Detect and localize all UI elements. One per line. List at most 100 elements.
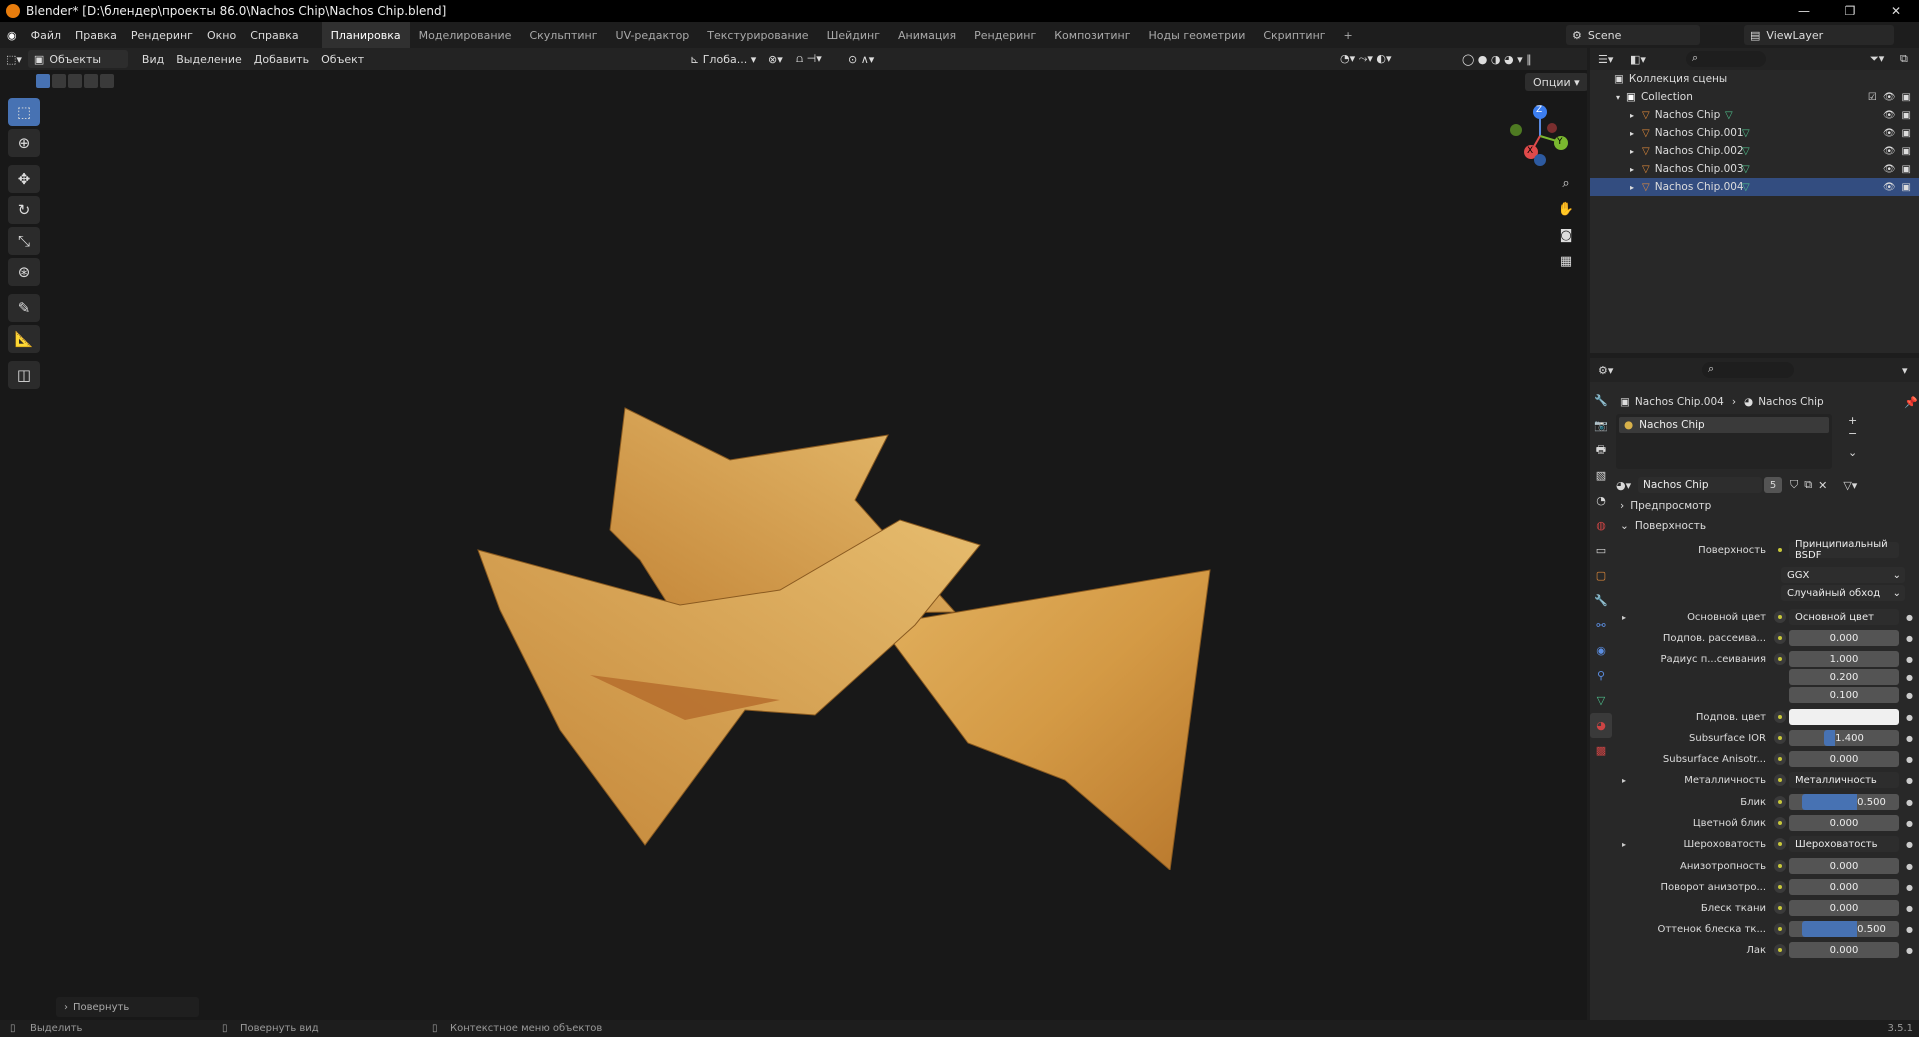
shader-input-field[interactable]: Металличность xyxy=(1789,772,1899,788)
expand-arrow-icon[interactable]: ▸ xyxy=(1630,129,1634,138)
expand-arrow-icon[interactable]: ▸ xyxy=(1630,165,1634,174)
socket-icon[interactable] xyxy=(1774,544,1786,556)
eye-icon[interactable]: 👁 xyxy=(1883,182,1896,193)
object-tab-icon[interactable]: ▢ xyxy=(1590,563,1612,588)
material-tab-icon[interactable]: ◕ xyxy=(1590,713,1612,738)
modifier-tab-icon[interactable]: 🔧 xyxy=(1590,588,1612,613)
socket-icon[interactable] xyxy=(1774,611,1786,623)
expand-arrow-icon[interactable]: ▸ xyxy=(1622,776,1626,785)
tool-tab-icon[interactable]: 🔧 xyxy=(1590,388,1612,413)
shader-input-field[interactable]: 0.000 xyxy=(1789,900,1899,916)
minimize-button[interactable]: — xyxy=(1781,0,1827,22)
material-name-field[interactable]: Nachos Chip xyxy=(1638,477,1762,493)
surface-shader-field[interactable]: Принципиальный BSDF xyxy=(1789,539,1899,561)
constraints-tab-icon[interactable]: ⚲ xyxy=(1590,663,1612,688)
expand-arrow-icon[interactable]: ▸ xyxy=(1630,111,1634,120)
shader-input-field[interactable] xyxy=(1789,709,1899,725)
eye-icon[interactable]: 👁 xyxy=(1883,110,1896,121)
outliner-item-selected[interactable]: ▸ ▽ Nachos Chip.004 ▽ 👁 ▣ xyxy=(1590,178,1919,196)
socket-icon[interactable] xyxy=(1774,711,1786,723)
select-subtract-icon[interactable] xyxy=(68,74,82,88)
shader-input-field[interactable]: 0.000 xyxy=(1789,858,1899,874)
checkbox-icon[interactable]: ☑ xyxy=(1868,92,1877,103)
add-cube-tool-icon[interactable]: ◫ xyxy=(8,361,40,389)
tab-shading[interactable]: Шейдинг xyxy=(818,22,889,48)
measure-tool-icon[interactable]: 📐 xyxy=(8,325,40,353)
annotate-tool-icon[interactable]: ✎ xyxy=(8,294,40,322)
socket-icon[interactable] xyxy=(1774,860,1786,872)
keyframe-dot-icon[interactable]: ● xyxy=(1906,655,1913,664)
expand-arrow-icon[interactable]: ▸ xyxy=(1630,147,1634,156)
shader-input-field[interactable]: 0.000 xyxy=(1789,815,1899,831)
shader-input-field[interactable]: 1.000 xyxy=(1789,651,1899,667)
scale-tool-icon[interactable]: ⤡ xyxy=(8,227,40,255)
shader-input-field[interactable]: Шероховатость xyxy=(1789,836,1899,852)
tab-texture-paint[interactable]: Текстурирование xyxy=(698,22,817,48)
outliner-search-input[interactable]: ⌕ xyxy=(1686,51,1766,67)
tab-layout[interactable]: Планировка xyxy=(321,22,410,48)
filter-icon[interactable]: ⏷▾ xyxy=(1870,52,1884,66)
expand-arrow-icon[interactable]: ▸ xyxy=(1630,183,1634,192)
particles-tab-icon[interactable]: ⚯ xyxy=(1590,613,1612,638)
keyframe-dot-icon[interactable]: ● xyxy=(1906,673,1913,682)
transform-orientation-dropdown[interactable]: ⊾ Глоба... ▾ xyxy=(684,53,762,66)
properties-editor-icon[interactable]: ⚙▾ xyxy=(1598,364,1613,377)
expand-arrow-icon[interactable]: ▸ xyxy=(1622,840,1626,849)
ortho-grid-icon[interactable]: ▦ xyxy=(1552,248,1580,274)
material-slot-list[interactable]: ● Nachos Chip xyxy=(1616,414,1832,469)
close-button[interactable]: ✕ xyxy=(1873,0,1919,22)
3d-viewport[interactable]: Z Y X ⌕ ✋ ◙ ▦ xyxy=(0,70,1587,1020)
keyframe-dot-icon[interactable]: ● xyxy=(1906,819,1913,828)
view-layer-tab-icon[interactable]: ▧ xyxy=(1590,463,1612,488)
keyframe-dot-icon[interactable]: ● xyxy=(1906,634,1913,643)
select-new-icon[interactable] xyxy=(36,74,50,88)
keyframe-dot-icon[interactable]: ● xyxy=(1906,925,1913,934)
menu-help[interactable]: Справка xyxy=(243,29,305,42)
shader-input-field[interactable]: Основной цвет xyxy=(1789,609,1899,625)
pan-hand-icon[interactable]: ✋ xyxy=(1552,196,1580,222)
mesh-data-icon[interactable]: ▽ xyxy=(1742,164,1750,175)
remove-slot-button[interactable]: − xyxy=(1848,427,1862,440)
keyframe-dot-icon[interactable]: ● xyxy=(1906,755,1913,764)
zoom-icon[interactable]: ⌕ xyxy=(1552,170,1580,196)
camera-icon[interactable]: ▣ xyxy=(1902,164,1911,175)
render-tab-icon[interactable]: 📷 xyxy=(1590,413,1612,438)
select-invert-icon[interactable] xyxy=(84,74,98,88)
socket-icon[interactable] xyxy=(1774,881,1786,893)
menu-view[interactable]: Вид xyxy=(136,53,170,66)
socket-icon[interactable] xyxy=(1774,923,1786,935)
scene-tab-icon[interactable]: ◔ xyxy=(1590,488,1612,513)
tab-rendering[interactable]: Рендеринг xyxy=(965,22,1045,48)
socket-icon[interactable] xyxy=(1774,632,1786,644)
object-mode-dropdown[interactable]: ▣ Объекты xyxy=(27,50,128,68)
options-dropdown[interactable]: Опции ▾ xyxy=(1525,73,1588,91)
socket-icon[interactable] xyxy=(1774,732,1786,744)
keyframe-dot-icon[interactable]: ● xyxy=(1906,713,1913,722)
physics-tab-icon[interactable]: ◉ xyxy=(1590,638,1612,663)
last-operator-panel[interactable]: › Повернуть xyxy=(56,997,199,1017)
tab-scripting[interactable]: Скриптинг xyxy=(1254,22,1334,48)
outliner-editor-icon[interactable]: ☰▾ xyxy=(1598,53,1613,66)
mesh-data-icon[interactable]: ▽ xyxy=(1725,110,1733,121)
move-tool-icon[interactable]: ✥ xyxy=(8,165,40,193)
keyframe-dot-icon[interactable]: ● xyxy=(1906,904,1913,913)
menu-render[interactable]: Рендеринг xyxy=(124,29,200,42)
display-mode-icon[interactable]: ◧▾ xyxy=(1630,53,1646,66)
texture-tab-icon[interactable]: ▩ xyxy=(1590,738,1612,763)
blender-menu-icon[interactable]: ◉ xyxy=(0,29,24,42)
pivot-icon[interactable]: ⊗▾ xyxy=(762,53,789,66)
collection-tab-icon[interactable]: ▭ xyxy=(1590,538,1612,563)
eye-icon[interactable]: 👁 xyxy=(1883,164,1896,175)
preview-section[interactable]: › Предпросмотр xyxy=(1620,500,1711,512)
distribution-dropdown[interactable]: GGX ⌄ xyxy=(1781,567,1905,583)
shader-input-field[interactable]: 1.400 xyxy=(1789,730,1899,746)
fake-user-icon[interactable]: ⛉ xyxy=(1790,478,1798,492)
select-intersect-icon[interactable] xyxy=(100,74,114,88)
keyframe-dot-icon[interactable]: ● xyxy=(1906,883,1913,892)
data-tab-icon[interactable]: ▽ xyxy=(1590,688,1612,713)
node-link-icon[interactable]: ▽▾ xyxy=(1843,479,1857,492)
tab-animation[interactable]: Анимация xyxy=(889,22,965,48)
shader-input-field[interactable]: 0.000 xyxy=(1789,751,1899,767)
shader-input-field[interactable]: 0.100 xyxy=(1789,687,1899,703)
outliner-item[interactable]: ▸ ▽ Nachos Chip.003 ▽ 👁 ▣ xyxy=(1590,160,1919,178)
